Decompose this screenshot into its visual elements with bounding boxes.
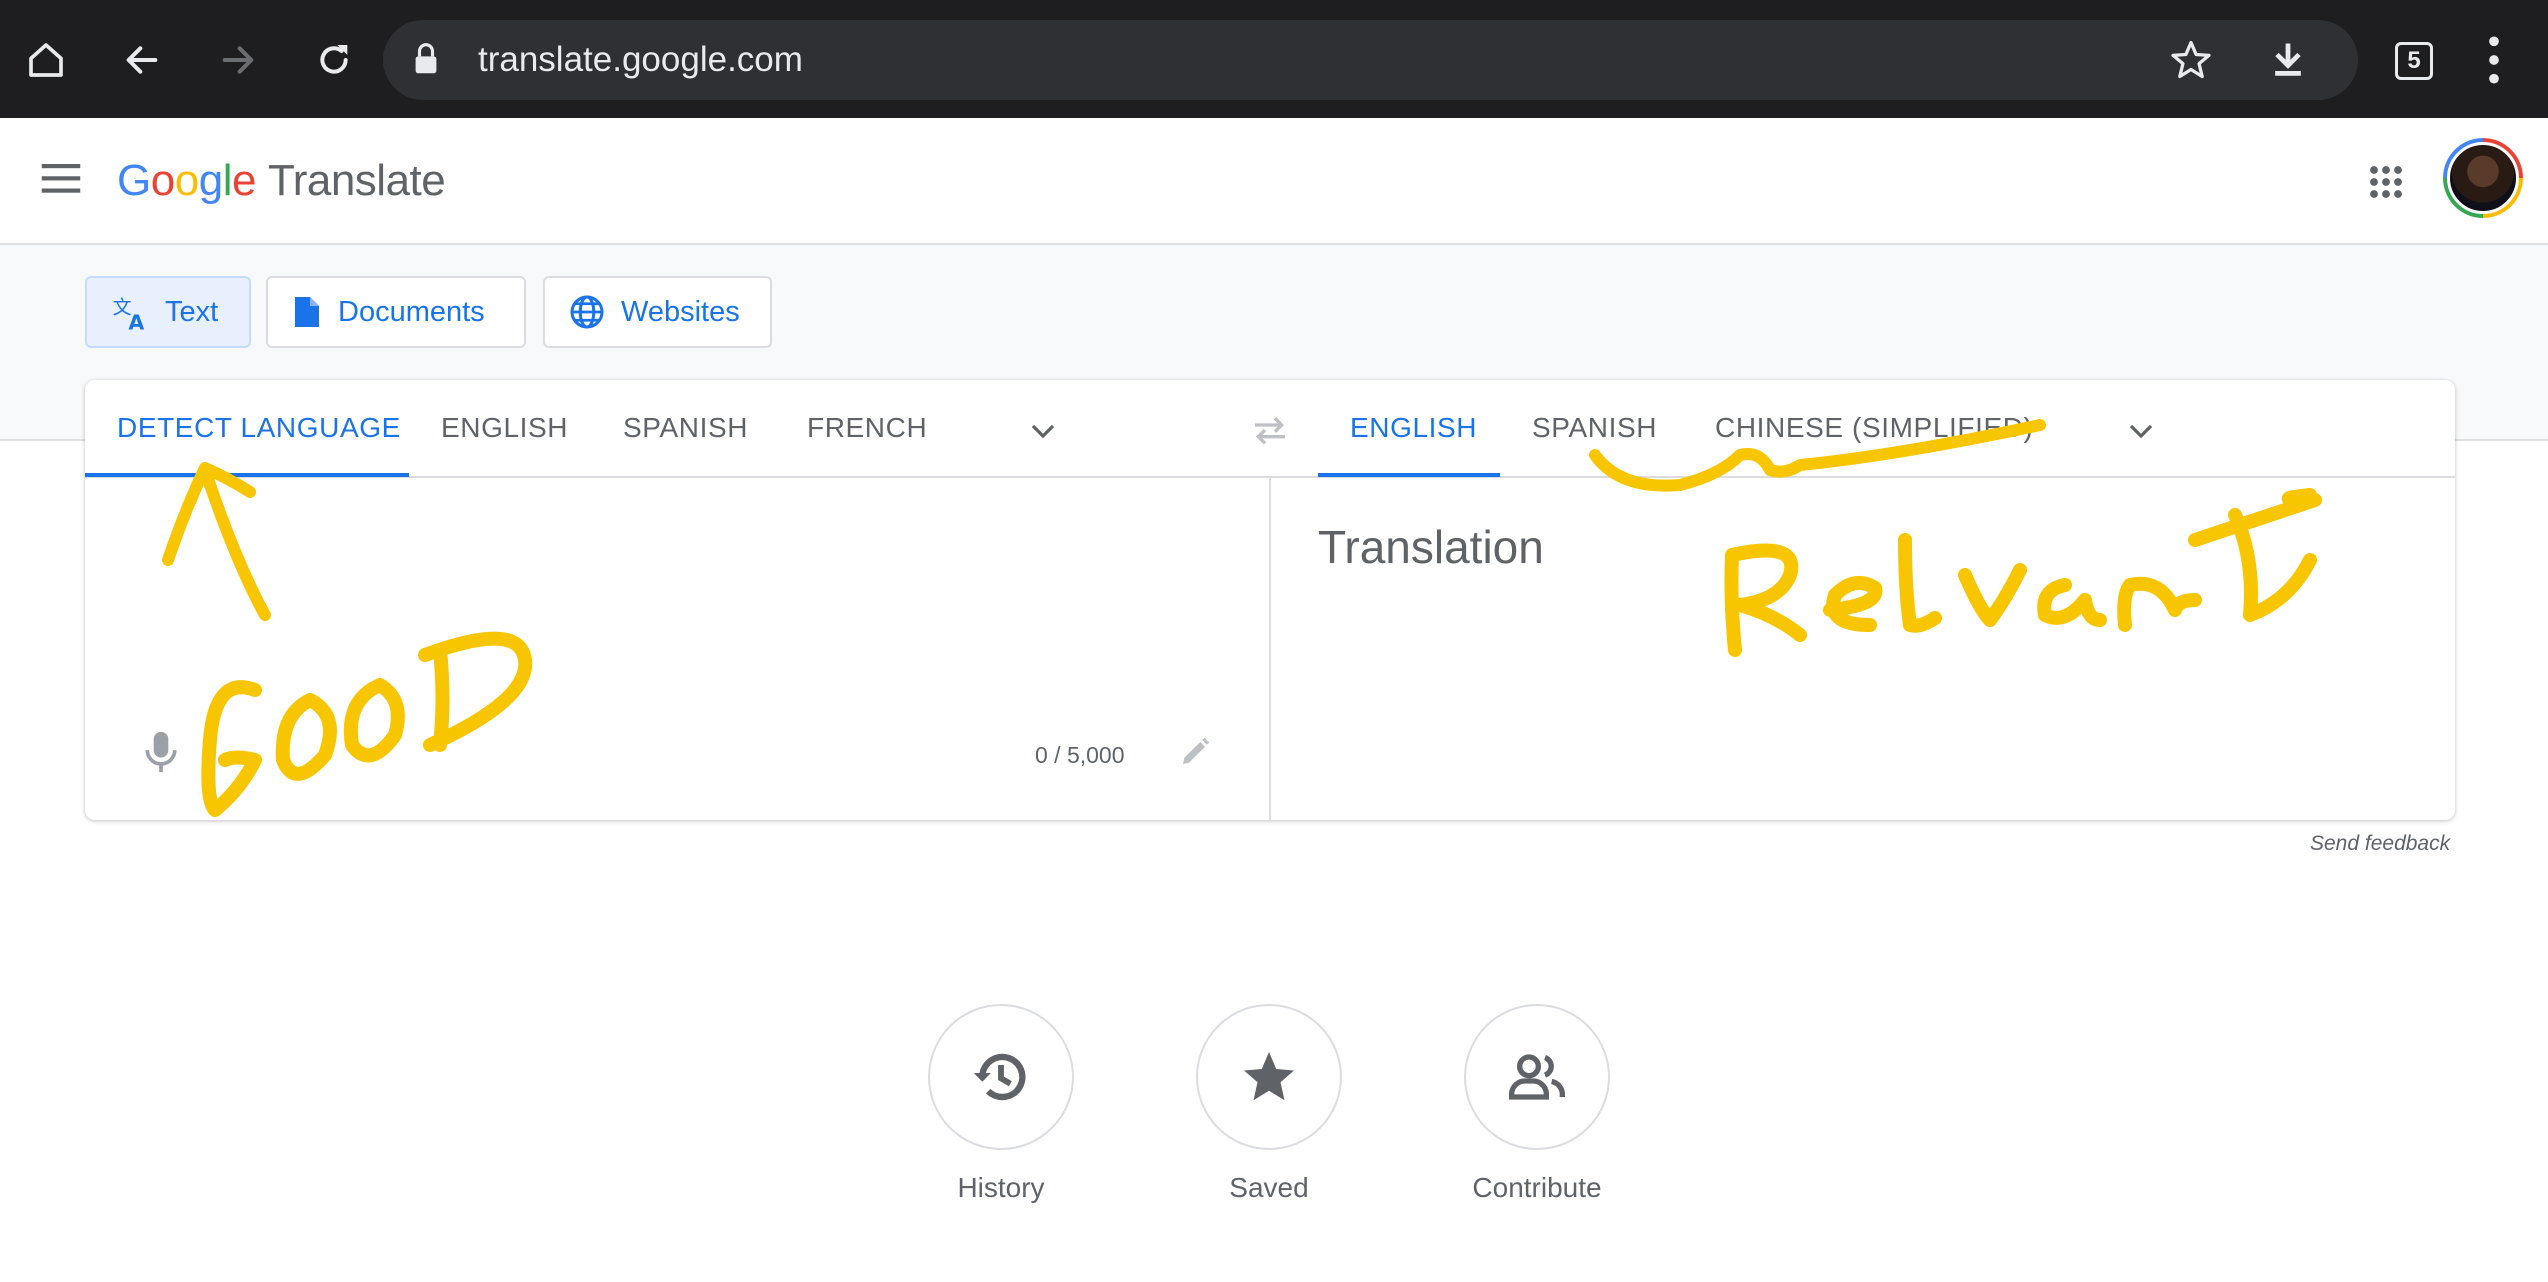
forward-icon xyxy=(222,46,254,74)
lock-icon xyxy=(415,43,437,74)
svg-text:A: A xyxy=(128,310,144,331)
pencil-icon[interactable] xyxy=(1177,734,1213,770)
browser-toolbar: translate.google.com 5 xyxy=(0,0,2548,118)
source-lang-english[interactable]: ENGLISH xyxy=(441,412,568,444)
saved-label: Saved xyxy=(1229,1172,1309,1203)
back-icon xyxy=(126,46,158,74)
apps-icon[interactable] xyxy=(2368,164,2404,200)
target-tab-indicator xyxy=(1318,473,1500,477)
url-text: translate.google.com xyxy=(478,40,803,79)
avatar-image xyxy=(2447,142,2519,214)
character-count: 0 / 5,000 xyxy=(1035,742,1125,768)
translator-card: DETECT LANGUAGE ENGLISH SPANISH FRENCH E… xyxy=(85,380,2455,820)
menu-icon[interactable] xyxy=(40,160,82,196)
target-lang-spanish[interactable]: SPANISH xyxy=(1532,412,1657,444)
home-button[interactable] xyxy=(10,24,82,96)
source-lang-french[interactable]: FRENCH xyxy=(807,412,927,444)
home-icon xyxy=(29,43,63,77)
reload-icon xyxy=(320,45,348,74)
history-circle[interactable] xyxy=(928,1004,1074,1150)
forward-button[interactable] xyxy=(202,24,274,96)
back-button[interactable] xyxy=(106,24,178,96)
target-lang-english[interactable]: ENGLISH xyxy=(1350,412,1477,444)
avatar[interactable] xyxy=(2443,138,2523,218)
chevron-down-icon[interactable] xyxy=(1028,416,1058,446)
star-icon xyxy=(1244,1052,1294,1101)
swap-languages-icon[interactable] xyxy=(1250,410,1290,450)
star-icon[interactable] xyxy=(2169,38,2213,82)
document-icon xyxy=(295,297,319,327)
people-icon xyxy=(1509,1054,1565,1100)
source-tab-indicator xyxy=(85,473,409,477)
send-feedback-link[interactable]: Send feedback xyxy=(2310,832,2450,856)
websites-mode-label: Websites xyxy=(621,295,740,328)
pane-divider xyxy=(1269,478,1271,820)
websites-mode-button[interactable]: Websites xyxy=(543,276,772,348)
text-mode-label: Text xyxy=(165,295,219,328)
translation-output: Translation xyxy=(1318,521,1544,573)
google-translate-logo[interactable]: Google Translate xyxy=(117,156,446,206)
address-bar[interactable]: translate.google.com xyxy=(383,20,2358,100)
tab-switcher-button[interactable]: 5 xyxy=(2395,42,2433,80)
saved-button[interactable]: Saved xyxy=(1196,1004,1342,1204)
contribute-circle[interactable] xyxy=(1464,1004,1610,1150)
chevron-down-icon[interactable] xyxy=(2126,416,2156,446)
product-name: Translate xyxy=(267,156,446,205)
translate-icon: 文A xyxy=(113,297,145,331)
app-header: Google Translate xyxy=(0,118,2548,245)
contribute-button[interactable]: Contribute xyxy=(1464,1004,1610,1204)
source-lang-spanish[interactable]: SPANISH xyxy=(623,412,748,444)
microphone-icon[interactable] xyxy=(139,728,183,776)
history-button[interactable]: History xyxy=(928,1004,1074,1204)
saved-circle[interactable] xyxy=(1196,1004,1342,1150)
documents-mode-label: Documents xyxy=(338,295,485,328)
text-mode-button[interactable]: 文A Text xyxy=(85,276,251,348)
target-lang-chinese-simplified[interactable]: CHINESE (SIMPLIFIED) xyxy=(1715,412,2033,444)
download-icon[interactable] xyxy=(2266,38,2310,82)
reload-button[interactable] xyxy=(298,24,370,96)
globe-icon xyxy=(570,295,604,329)
language-bar: DETECT LANGUAGE ENGLISH SPANISH FRENCH E… xyxy=(85,380,2455,478)
more-vert-icon[interactable] xyxy=(2480,32,2508,88)
history-label: History xyxy=(957,1172,1045,1203)
history-icon xyxy=(973,1053,1026,1101)
documents-mode-button[interactable]: Documents xyxy=(266,276,526,348)
contribute-label: Contribute xyxy=(1472,1172,1602,1203)
source-lang-detect[interactable]: DETECT LANGUAGE xyxy=(117,412,401,444)
